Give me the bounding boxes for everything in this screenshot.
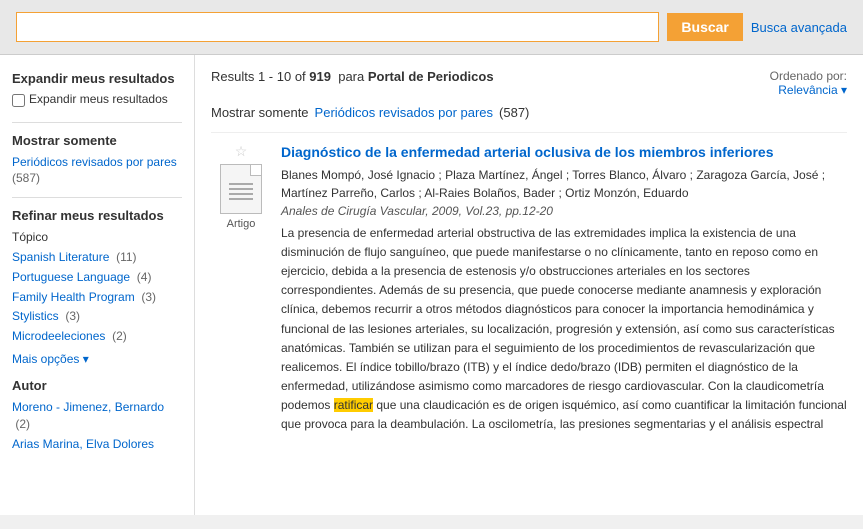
periodicos-revisados-sidebar: Periódicos revisados por pares (587): [12, 154, 182, 188]
autor-section-title: Autor: [12, 378, 182, 393]
topico-link-3[interactable]: Stylistics: [12, 309, 59, 323]
doc-line-3: [229, 193, 253, 195]
search-input[interactable]: r?tificar: [16, 12, 659, 42]
doc-lines: [229, 183, 253, 203]
expandir-label: Expandir meus resultados: [29, 92, 168, 108]
topico-item-2: Family Health Program (3): [12, 289, 182, 306]
mostrar-somente-row: Mostrar somente Periódicos revisados por…: [211, 105, 847, 120]
results-count-text: Results 1 - 10 of: [211, 69, 306, 84]
abstract-before: La presencia de enfermedad arterial obst…: [281, 226, 835, 413]
divider-2: [12, 197, 182, 198]
mais-opcoes-button[interactable]: Mais opções ▾: [12, 352, 89, 366]
topico-item-1: Portuguese Language (4): [12, 269, 182, 286]
periodicos-revisados-link[interactable]: Periódicos revisados por pares: [315, 105, 493, 120]
artigo-label: Artigo: [227, 218, 256, 230]
result-authors: Blanes Mompó, José Ignacio ; Plaza Martí…: [281, 166, 847, 202]
results-total: 919: [309, 69, 331, 84]
doc-line-4: [229, 198, 253, 200]
sidebar: Expandir meus resultados Expandir meus r…: [0, 55, 195, 515]
topico-count-1: (4): [133, 270, 151, 284]
divider-1: [12, 122, 182, 123]
autor-link-1[interactable]: Arias Marina, Elva Dolores: [12, 437, 154, 451]
topico-count-0: (11): [113, 250, 137, 264]
search-bar: r?tificar Buscar Busca avançada: [0, 0, 863, 55]
autor-link-0[interactable]: Moreno - Jimenez, Bernardo: [12, 400, 164, 414]
results-count: Results 1 - 10 of 919 para Portal de Per…: [211, 69, 494, 84]
advanced-search-link[interactable]: Busca avançada: [751, 20, 847, 35]
topico-label: Tópico: [12, 229, 182, 246]
result-content: Diagnóstico de la enfermedad arterial oc…: [281, 143, 847, 435]
ordenado-label: Ordenado por:: [770, 69, 847, 83]
result-journal: Anales de Cirugía Vascular, 2009, Vol.23…: [281, 204, 847, 218]
doc-icon: [220, 164, 262, 214]
ordenado-por: Ordenado por: Relevância ▾: [770, 69, 847, 97]
refinar-section-title: Refinar meus resultados: [12, 208, 182, 223]
topico-item-0: Spanish Literature (11): [12, 249, 182, 266]
expandir-checkbox-row: Expandir meus resultados: [12, 92, 182, 108]
search-button[interactable]: Buscar: [667, 13, 742, 41]
main-layout: Expandir meus resultados Expandir meus r…: [0, 55, 863, 515]
topico-count-3: (3): [62, 309, 80, 323]
expandir-checkbox[interactable]: [12, 94, 25, 107]
doc-line-2: [229, 188, 253, 190]
topico-link-0[interactable]: Spanish Literature: [12, 250, 109, 264]
periodicos-link-count: (587): [499, 105, 529, 120]
result-title[interactable]: Diagnóstico de la enfermedad arterial oc…: [281, 144, 774, 160]
star-icon[interactable]: ☆: [235, 143, 248, 160]
expandir-section-title: Expandir meus resultados: [12, 71, 182, 86]
topico-count-4: (2): [109, 329, 127, 343]
autor-count-0: (2): [12, 417, 30, 431]
periodicos-revisados-sidebar-count: (587): [12, 171, 40, 185]
relevancia-link[interactable]: Relevância ▾: [778, 83, 847, 97]
results-portal-label: para Portal de Periodicos: [335, 69, 494, 84]
topico-link-2[interactable]: Family Health Program: [12, 290, 135, 304]
topico-link-4[interactable]: Microdeeleciones: [12, 329, 105, 343]
periodicos-revisados-sidebar-link[interactable]: Periódicos revisados por pares: [12, 155, 177, 169]
mostrar-somente-label: Mostrar somente: [211, 105, 309, 120]
autor-item-1: Arias Marina, Elva Dolores: [12, 436, 182, 453]
topico-item-4: Microdeeleciones (2): [12, 328, 182, 345]
results-area: Results 1 - 10 of 919 para Portal de Per…: [195, 55, 863, 515]
topico-count-2: (3): [138, 290, 156, 304]
result-icon-area: ☆ Artigo: [211, 143, 271, 435]
autor-item-0: Moreno - Jimenez, Bernardo (2): [12, 399, 182, 433]
results-header: Results 1 - 10 of 919 para Portal de Per…: [211, 69, 847, 97]
result-abstract: La presencia de enfermedad arterial obst…: [281, 224, 847, 435]
abstract-highlight: ratificar: [334, 398, 373, 412]
topico-link-1[interactable]: Portuguese Language: [12, 270, 130, 284]
autor-section: Autor Moreno - Jimenez, Bernardo (2) Ari…: [12, 378, 182, 452]
result-item-0: ☆ Artigo Diagnóstico de la enfermedad ar…: [211, 132, 847, 435]
mostrar-somente-section-title: Mostrar somente: [12, 133, 182, 148]
doc-line-1: [229, 183, 253, 185]
topico-item-3: Stylistics (3): [12, 308, 182, 325]
